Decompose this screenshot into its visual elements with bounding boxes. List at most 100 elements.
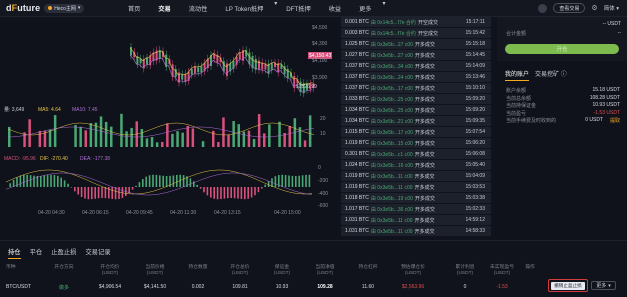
total-amount-label: 合计金额 (506, 31, 527, 37)
table-cell: 0.002 (191, 284, 205, 290)
macd-bar (29, 175, 32, 187)
trade-address[interactable]: 由 0x3e5b...21 c00 (371, 118, 413, 125)
trade-address[interactable]: 由 0x3e5b...25 c00 (371, 96, 413, 103)
trade-address[interactable]: 由 0x3e5b...17 c00 (371, 85, 413, 92)
trade-amount: 1.019 BTC (345, 173, 369, 179)
trade-address[interactable]: 由 0x3e5b...24 c00 (371, 74, 413, 81)
macd-bar (43, 175, 45, 187)
trade-address[interactable]: 由 0x3e5b...11 c00 (371, 184, 413, 191)
trade-address[interactable]: 由 0x3e5b...34 c00 (371, 63, 413, 70)
volume-bar (84, 130, 87, 147)
trade-address[interactable]: 由 0x3e5b...25 c00 (371, 107, 413, 114)
column-header: 当前价格 (USDT) (145, 265, 165, 276)
tab-0[interactable]: 持仓 (8, 247, 21, 259)
tab-2[interactable]: 止盈止损 (51, 247, 76, 259)
volume-bar (303, 140, 307, 147)
account-value: 0 USDT (585, 117, 603, 123)
list-item: 1.027 BTC 由 0x3e5b...27 c00 开多成交 15:14:45 (341, 50, 491, 60)
gear-icon[interactable]: ⚙ (591, 4, 597, 12)
kline-chart-area[interactable]: $4,500 $4,300 $4,150.43 $4,100 $3,900 $3526.9… (0, 17, 335, 240)
list-item: 1.037 BTC 由 0x3e5b...24 c00 开多成交 15:13:46 (341, 72, 491, 82)
trade-address[interactable]: 由 0x3e5b...11 c00 (371, 217, 413, 224)
trade-time: 15:06:20 (465, 140, 485, 146)
dea-legend: DEA: -177.38 (80, 156, 110, 162)
avatar[interactable] (538, 3, 548, 13)
macd-bar (206, 187, 209, 196)
volume-bar (150, 136, 154, 147)
nav-item-1[interactable]: 交易 (149, 0, 179, 17)
withdraw-link[interactable]: 提取 (610, 117, 620, 124)
macd-axis-label: -600 (318, 203, 328, 209)
trade-address[interactable]: 由 0x3e5b...c1 c00 (371, 151, 413, 158)
nav-right: 查看交易 ⚙ 简体 ▾ (538, 3, 619, 13)
list-item: 1.015 BTC 由 0x3e5b...17 c00 开多成交 15:07:54 (341, 127, 491, 137)
language-selector[interactable]: 简体 ▾ (604, 4, 619, 12)
trade-amount: 1.037 BTC (345, 85, 369, 91)
total-amount-value: -- (617, 30, 621, 36)
trade-address[interactable]: 由 0x3e5b...27 c00 (371, 52, 413, 59)
tab-1[interactable]: 平仓 (30, 247, 43, 259)
trade-action: 开多成交 (414, 151, 435, 158)
trade-amount: 1.031 BTC (345, 228, 369, 234)
kline-chart[interactable]: $4,500$4,300$4,150.43$4,100$3,900$3526.9… (0, 17, 335, 240)
macd-bar (46, 175, 49, 187)
trade-address[interactable]: 由 0x3e5b...15 c00 (371, 140, 413, 147)
trade-address[interactable]: 由 0x3e5b...16 c00 (371, 162, 413, 169)
macd-bar (23, 174, 25, 187)
trade-address[interactable]: 由 0x3e5b...36 c00 (371, 206, 413, 213)
volume-bar (120, 113, 123, 147)
positions-tabs: 持仓 平仓 止盈止损 交易记录 (8, 247, 111, 259)
nav-item-3[interactable]: LP Token抵押 (216, 0, 272, 17)
trade-address[interactable]: 由 0x3e5b...27 c00 (371, 41, 413, 48)
volume-legend: 量: 3,649 (4, 106, 25, 113)
table-cell: 10.93 (275, 284, 289, 290)
nav-item-2[interactable]: 流动性 (180, 0, 217, 17)
nav-item-6[interactable]: 更多 (350, 0, 380, 17)
trade-address[interactable]: 由 0x3e5b...11 c00 (371, 228, 413, 235)
volume-bar (125, 131, 128, 147)
table-cell: $4,141.50 (143, 284, 167, 290)
cancel-tp-sl-button[interactable]: 撤销止盈止损 (548, 279, 588, 292)
trade-address[interactable]: 由 0x3e5b...17 c00 (371, 129, 413, 136)
account-value: 10.93 USDT (592, 102, 620, 108)
volume-bar (268, 124, 271, 147)
volume-bar (181, 132, 184, 147)
chevron-down-icon: ▾ (382, 0, 386, 7)
macd-bar (77, 187, 79, 195)
trade-address[interactable]: 由 0x14c5...f7e 合约 (371, 30, 416, 37)
table-cell: 11.60 (361, 284, 375, 290)
more-button[interactable]: 更多 ▾ (591, 281, 616, 290)
nav-item-4[interactable]: DFT抵押 (277, 0, 319, 17)
trade-action: 开多成交 (414, 217, 435, 224)
macd-bar (162, 175, 164, 187)
trade-time: 15:09:20 (465, 96, 485, 102)
volume-bar (222, 117, 225, 147)
tab-trade-mining[interactable]: 交易挖矿 ⓘ (535, 69, 567, 81)
macd-bar (288, 175, 290, 187)
trade-address[interactable]: 由 0x3e5b...11 c00 (371, 173, 413, 180)
view-trade-button[interactable]: 查看交易 (553, 3, 586, 13)
trade-time: 15:09:35 (465, 118, 485, 124)
macd-bar (67, 183, 69, 187)
open-position-button[interactable]: 开仓 (505, 44, 619, 54)
macd-axis-label: -200 (318, 178, 328, 184)
trade-time: 15:10:10 (465, 85, 485, 91)
candle (286, 69, 289, 79)
list-item: 1.031 BTC 由 0x3e5b...11 c00 开多成交 14:58:33 (341, 226, 491, 236)
trade-action: 开多成交 (414, 74, 435, 81)
macd-bar (19, 175, 22, 187)
macd-bar (63, 180, 66, 187)
list-item: 1.034 BTC 由 0x3e5b...25 c00 开多成交 15:09:20 (341, 105, 491, 115)
account-value: -1.53 USDT (593, 109, 620, 116)
column-header: 当前净值 (USDT) (315, 265, 335, 276)
tab-my-account[interactable]: 我的账户 (505, 69, 530, 81)
trade-time: 15:13:46 (465, 74, 485, 80)
volume-bar (186, 125, 189, 147)
trade-address[interactable]: 由 0x3e5b...19 c00 (371, 195, 413, 202)
network-selector[interactable]: Heco主网 ▾ (44, 3, 85, 13)
logo[interactable]: dFuture Heco主网 ▾ (6, 3, 106, 13)
trade-address[interactable]: 由 0x14c5...f7e 合约 (371, 19, 416, 26)
nav-item-0[interactable]: 首页 (119, 0, 149, 17)
tab-3[interactable]: 交易记录 (85, 247, 110, 259)
nav-item-5[interactable]: 收益 (320, 0, 350, 17)
